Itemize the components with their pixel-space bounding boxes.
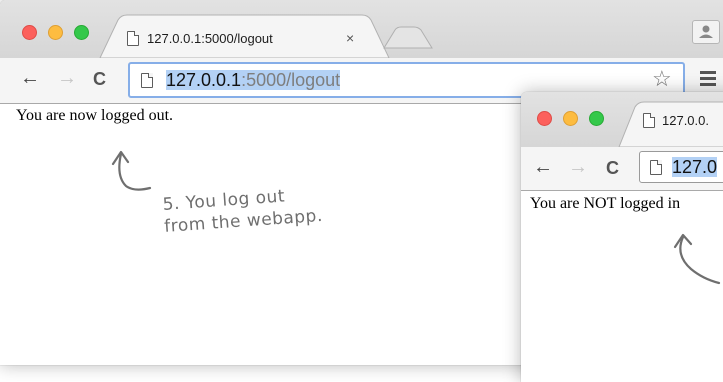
reload-icon[interactable]: C	[606, 158, 619, 178]
url-host: 127.0.0.1	[166, 70, 242, 90]
tab-shapes	[99, 14, 433, 58]
new-tab-icon[interactable]	[383, 26, 433, 49]
url-host: 127.0	[672, 157, 718, 177]
back-icon[interactable]: ←	[533, 157, 553, 177]
page-icon	[127, 31, 139, 46]
toolbar: ← → C 127.0	[521, 147, 723, 191]
url-path: :5000/logout	[241, 70, 341, 90]
page-icon	[650, 160, 662, 175]
page-icon	[141, 73, 153, 88]
browser-window-status: 127.0.0. ← → C 127.0 You are NOT logged …	[521, 92, 723, 382]
url-text[interactable]: 127.0.0.1:5000/logout	[166, 69, 341, 91]
url-text[interactable]: 127.0	[672, 156, 718, 178]
arrow-annotation-icon	[111, 150, 152, 191]
profile-icon[interactable]	[692, 20, 720, 44]
profile-glyph	[699, 25, 713, 38]
forward-icon[interactable]: →	[568, 157, 588, 177]
address-bar[interactable]: 127.0	[639, 151, 723, 183]
page-content: You are NOT logged in	[521, 191, 723, 382]
status-message: You are NOT logged in	[530, 195, 681, 212]
tab-title: 127.0.0.1:5000/logout	[147, 31, 273, 46]
reload-icon[interactable]: C	[93, 69, 106, 89]
tab-title: 127.0.0.	[662, 113, 709, 128]
tab-strip: 127.0.0.1:5000/logout ×	[0, 0, 723, 58]
forward-icon[interactable]: →	[57, 68, 77, 88]
annotation-note: 5. You log out from the webapp.	[162, 183, 324, 238]
logout-message: You are now logged out.	[16, 107, 174, 124]
tab-strip: 127.0.0.	[521, 92, 723, 147]
back-icon[interactable]: ←	[20, 68, 40, 88]
close-icon[interactable]: ×	[346, 30, 354, 46]
arrow-annotation-icon	[673, 233, 721, 285]
menu-icon[interactable]	[700, 71, 716, 89]
star-icon[interactable]: ☆	[652, 66, 672, 92]
page-icon	[643, 113, 655, 128]
